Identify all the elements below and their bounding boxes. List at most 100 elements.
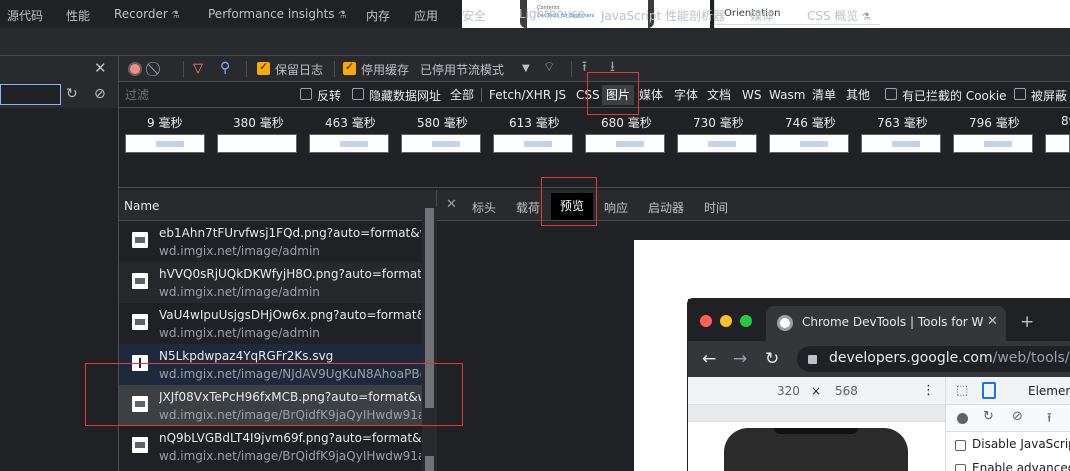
filmstrip-thumbnail[interactable] [861, 134, 941, 153]
scrollbar-thumb[interactable] [425, 456, 434, 471]
image-file-icon [132, 232, 148, 248]
hide-data-urls-label: 隐藏数据网址 [369, 89, 442, 103]
filter-type-media[interactable]: 媒体 [637, 85, 665, 105]
filmstrip-time: 746 毫秒 [785, 116, 836, 130]
block-icon: ⊘ [1012, 409, 1023, 424]
preview-elements-tab: Element [1028, 384, 1070, 398]
filmstrip-thumbnail[interactable] [309, 134, 389, 153]
annotation-box [587, 72, 639, 115]
tab-css-overview[interactable]: CSS 概览 ⚗ [807, 7, 870, 24]
filmstrip-time: 9 毫秒 [147, 116, 183, 130]
tab-response[interactable]: 响应 [604, 199, 628, 216]
filter-type-all[interactable]: 全部 [448, 85, 476, 105]
preview-checkbox [955, 464, 966, 471]
filmstrip-time: 613 毫秒 [509, 116, 560, 130]
devtools-panel-tabbar [0, 28, 1070, 56]
filter-type-other[interactable]: 其他 [844, 85, 872, 105]
invert-checkbox[interactable] [300, 88, 312, 100]
filter-type-font[interactable]: 字体 [672, 85, 700, 105]
filmstrip-thumbnail[interactable] [585, 134, 665, 153]
block-icon[interactable]: ⊘ [94, 86, 106, 102]
chevron-down-icon[interactable]: ▼ [522, 61, 530, 77]
close-icon[interactable]: ✕ [446, 197, 457, 212]
divider [334, 61, 335, 77]
preview-ruler [688, 405, 945, 422]
tab-performance[interactable]: 性能 [66, 7, 90, 24]
table-row[interactable]: hVVQ0sRjUQkDKWfyjH8O.png?auto=format&w= … [119, 262, 422, 303]
preview-viewport-height: 568 [835, 384, 858, 398]
refresh-icon[interactable]: ↻ [66, 86, 78, 102]
tab-payload[interactable]: 载荷 [516, 199, 540, 216]
divider [571, 61, 572, 77]
filter-type-wasm[interactable]: Wasm [767, 85, 807, 105]
filmstrip-thumbnail[interactable] [401, 134, 481, 153]
tab-memory[interactable]: 内存 [366, 7, 390, 24]
tab-recorder[interactable]: Recorder ⚗ [114, 7, 180, 21]
filter-type-manifest[interactable]: 清单 [810, 85, 838, 105]
flask-icon: ⚗ [861, 12, 871, 23]
filmstrip-thumbnail[interactable] [217, 134, 297, 153]
preview-checkbox [955, 440, 966, 451]
tab-media[interactable]: 媒体 [750, 7, 774, 24]
filmstrip-thumbnail[interactable] [769, 134, 849, 153]
invert-label: 反转 [317, 89, 342, 103]
filter-input[interactable] [121, 85, 289, 105]
filter-type-fetch-xhr[interactable]: Fetch/XHR [487, 85, 553, 105]
filter-icon[interactable]: ▽ [193, 61, 203, 77]
filter-type-ws[interactable]: WS [740, 85, 763, 105]
filmstrip-time: 796 毫秒 [969, 116, 1020, 130]
filmstrip-thumbnail[interactable] [953, 134, 1033, 153]
minimize-dot-icon [720, 315, 732, 327]
tab-lighthouse[interactable]: Lighthouse [519, 7, 585, 21]
request-name: VaU4wIpuUsjgsDHjOw6x.png?auto=format&w=8 [159, 308, 421, 322]
hide-data-urls-checkbox[interactable] [352, 88, 364, 100]
preserve-log-checkbox[interactable] [257, 60, 270, 75]
request-name: N5Lkpdwpaz4YqRGFr2Ks.svg [159, 349, 334, 363]
filmstrip-thumbnail[interactable] [677, 134, 757, 153]
filter-type-js[interactable]: JS [553, 85, 568, 105]
throttling-select[interactable]: 已停用节流模式 [420, 61, 504, 78]
close-dot-icon [700, 315, 712, 327]
close-icon[interactable]: ✕ [94, 59, 107, 77]
more-icon: ⋮ [922, 383, 935, 398]
preview-option-label: Enable advanced [972, 461, 1070, 471]
request-host: wd.imgix.net/image/admin [159, 326, 320, 340]
request-name: hVVQ0sRjUQkDKWfyjH8O.png?auto=format&w= [159, 267, 421, 281]
tab-headers[interactable]: 标头 [472, 199, 496, 216]
blocked-cookies-label: 有已拦截的 Cookie [902, 89, 1007, 103]
filmstrip-time: 730 毫秒 [693, 116, 744, 130]
image-file-icon [132, 273, 148, 289]
record-icon[interactable] [128, 62, 142, 76]
annotation-box [85, 363, 463, 426]
request-name: nQ9bLVGBdLT4I9jvm69f.png?auto=format&w=8… [159, 431, 421, 445]
tab-initiator[interactable]: 启动器 [648, 199, 684, 216]
filmstrip-thumbnail[interactable] [493, 134, 573, 153]
filmstrip-thumbnail[interactable] [125, 134, 205, 153]
table-row[interactable]: eb1Ahn7tFUrvfwsj1FQd.png?auto=format&w=8… [119, 221, 422, 262]
tab-js-profiler[interactable]: JavaScript 性能剖析器 [601, 7, 725, 24]
network-conditions-icon[interactable]: ⌔ [543, 60, 555, 76]
tab-performance-insights[interactable]: Performance insights ⚗ [208, 7, 347, 21]
tab-sources[interactable]: 源代码 [7, 7, 43, 24]
filmstrip-time: 89 [1061, 114, 1070, 128]
upload-icon: ⭱ [1047, 411, 1052, 426]
table-row[interactable]: nQ9bLVGBdLT4I9jvm69f.png?auto=format&w=8… [119, 426, 422, 467]
blocked-cookies-checkbox[interactable] [885, 88, 897, 100]
table-row[interactable]: VaU4wIpuUsjgsDHjOw6x.png?auto=format&w=8… [119, 303, 422, 344]
filmstrip-thumbnail[interactable] [1045, 134, 1070, 153]
request-name: eb1Ahn7tFUrvfwsj1FQd.png?auto=format&w=8… [159, 226, 421, 240]
tab-application[interactable]: 应用 [414, 7, 438, 24]
divider [246, 61, 247, 77]
divider [183, 61, 184, 77]
search-icon[interactable]: ⚲ [220, 60, 230, 76]
preview-url: developers.google.com/web/tools/ch [829, 350, 1070, 366]
image-file-icon [132, 314, 148, 330]
filter-type-doc[interactable]: 文档 [705, 85, 733, 105]
blocked-requests-label: 被屏蔽 [1031, 89, 1068, 103]
left-search-input[interactable] [0, 84, 61, 105]
disable-cache-checkbox[interactable] [343, 60, 356, 75]
tab-timing[interactable]: 时间 [704, 199, 728, 216]
blocked-requests-checkbox[interactable] [1014, 88, 1026, 100]
column-header-name[interactable]: Name [119, 190, 437, 221]
tab-security[interactable]: 安全 [462, 7, 486, 24]
